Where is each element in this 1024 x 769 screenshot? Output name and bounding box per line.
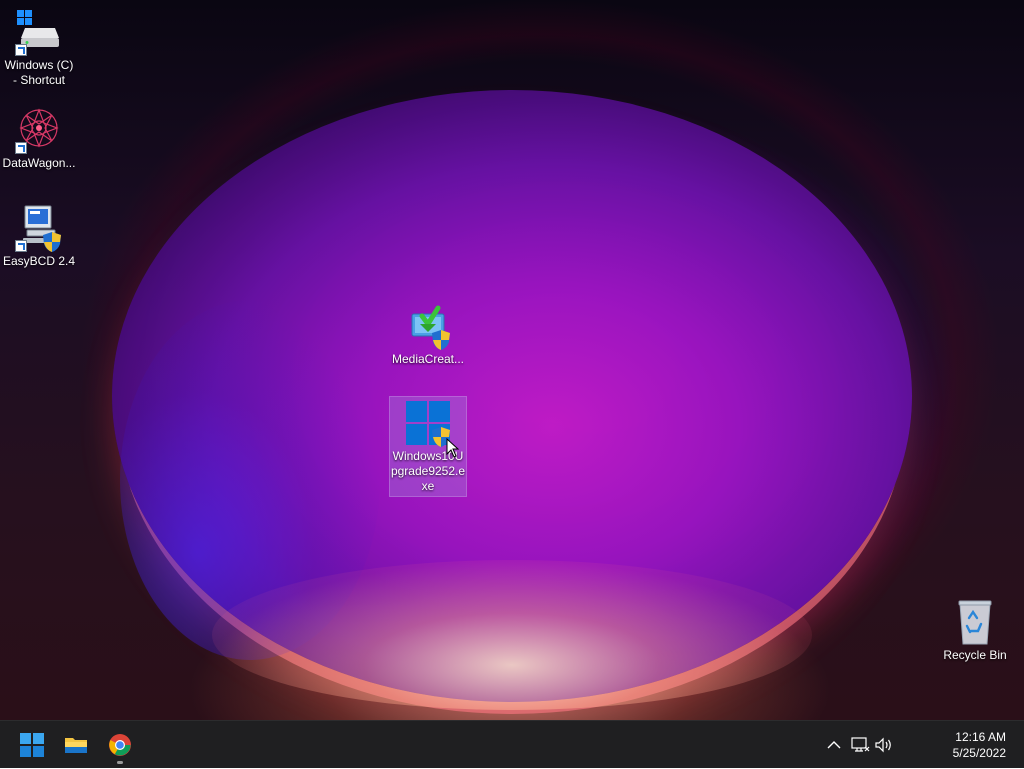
uac-shield-icon [43,232,61,252]
desktop-icon-label: Windows (C) - Shortcut [4,58,74,87]
desktop-icon-mediacreationtool[interactable]: MediaCreat... [390,300,466,367]
folder-icon [65,738,87,753]
clock[interactable]: 12:16 AM 5/25/2022 [936,729,1006,761]
shortcut-arrow-icon [15,44,27,56]
desktop-icon-label: MediaCreat... [391,352,465,366]
running-indicator [117,761,123,764]
wallpaper-glow [212,560,812,710]
shortcut-arrow-icon [15,142,27,154]
clock-time: 12:16 AM [955,730,1006,744]
desktop-icon-label: EasyBCD 2.4 [2,254,76,268]
easybcd-computer-icon [15,204,63,252]
taskbar: 12:16 AM 5/25/2022 [0,720,1024,768]
chrome-icon [109,734,131,756]
desktop-icon-recycle-bin[interactable]: Recycle Bin [937,596,1013,663]
taskbar-chrome-button[interactable] [100,725,140,765]
taskbar-file-explorer-button[interactable] [56,725,96,765]
desktop-icon-label: Recycle Bin [943,648,1007,662]
recycle-bin-icon [951,598,999,646]
volume-icon[interactable] [874,735,894,755]
mouse-cursor-icon [446,438,460,458]
system-tray: 12:16 AM 5/25/2022 [824,721,1024,769]
windows-logo-icon [404,399,452,447]
clock-date: 5/25/2022 [952,746,1006,760]
desktop-icon-datawagon[interactable]: DataWagon... [1,104,77,171]
media-creation-tool-icon [404,302,452,350]
desktop-icon-easybcd[interactable]: EasyBCD 2.4 [1,202,77,269]
shortcut-arrow-icon [15,240,27,252]
network-icon[interactable] [850,735,870,755]
datawagon-flower-icon [15,106,63,154]
start-button[interactable] [12,725,52,765]
desktop[interactable]: Windows (C) - Shortcut DataWagon... Easy… [0,0,1024,720]
uac-shield-icon [432,330,450,350]
show-hidden-icons-chevron-up-icon[interactable] [824,735,844,755]
drive-icon [15,8,63,56]
windows-start-icon [20,733,44,757]
desktop-icon-label: DataWagon... [2,156,76,170]
desktop-icon-windows-c-shortcut[interactable]: Windows (C) - Shortcut [1,6,77,88]
